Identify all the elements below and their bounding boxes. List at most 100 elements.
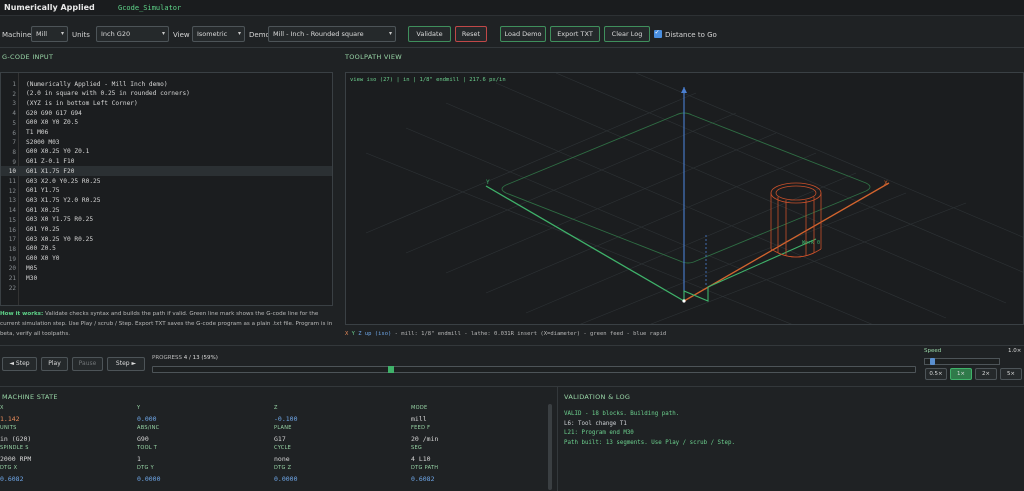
step-back-button[interactable]: ◄ Step bbox=[2, 357, 37, 371]
gcode-editor[interactable]: 1 (Numerically Applied - Mill Inch demo) 2… bbox=[0, 72, 333, 306]
validate-button[interactable]: Validate bbox=[408, 26, 451, 42]
code-line[interactable]: 11 G03 X2.0 Y0.25 R0.25 bbox=[1, 176, 332, 186]
code-line[interactable]: 10 G01 X1.75 F20 bbox=[1, 166, 332, 176]
state-key: DTG Z bbox=[274, 465, 292, 471]
chevron-down-icon: ▾ bbox=[237, 30, 241, 37]
code-text[interactable]: G00 X0.25 Y0 Z0.1 bbox=[26, 148, 89, 155]
code-line[interactable]: 18 G00 Z0.5 bbox=[1, 244, 332, 254]
legend-x: X bbox=[345, 331, 349, 337]
speed-option-button[interactable]: 1× bbox=[950, 368, 972, 380]
progress-scrubber[interactable] bbox=[152, 366, 916, 373]
code-line[interactable]: 4 G20 G90 G17 G94 bbox=[1, 108, 332, 118]
code-line[interactable]: 3 (XYZ is in bottom Left Corner) bbox=[1, 98, 332, 108]
state-value: 0.0000 bbox=[137, 475, 161, 483]
code-text[interactable]: G00 X0 Y0 bbox=[26, 255, 60, 262]
state-value: 0.6082 bbox=[0, 475, 24, 483]
line-number: 7 bbox=[12, 139, 16, 147]
demo-select-value: Mill - Inch - Rounded square bbox=[273, 30, 364, 38]
code-text[interactable]: G00 X0 Y0 Z0.5 bbox=[26, 119, 78, 126]
speed-label: Speed bbox=[924, 348, 942, 354]
code-line[interactable]: 7 S2000 M03 bbox=[1, 137, 332, 147]
code-text[interactable]: M05 bbox=[26, 265, 37, 272]
validation-log: VALID - 18 blocks. Building path. L6: Too… bbox=[564, 410, 735, 448]
code-line[interactable]: 12 G01 Y1.75 bbox=[1, 186, 332, 196]
state-cell: CYCLE none bbox=[274, 445, 291, 463]
line-number: 10 bbox=[8, 168, 16, 176]
reset-button[interactable]: Reset bbox=[455, 26, 487, 42]
step-forward-button[interactable]: Step ► bbox=[107, 357, 145, 371]
gcode-panel-title: G-CODE INPUT bbox=[2, 53, 54, 61]
view-select[interactable]: Isometric ▾ bbox=[192, 26, 245, 42]
code-line[interactable]: 6 T1 M06 bbox=[1, 128, 332, 138]
code-line[interactable]: 2 (2.0 in square with 0.25 in rounded cor… bbox=[1, 89, 332, 99]
code-line[interactable]: 22 bbox=[1, 283, 332, 293]
code-text[interactable]: G00 Z0.5 bbox=[26, 245, 56, 252]
divider bbox=[0, 47, 1024, 48]
clear-log-button[interactable]: Clear Log bbox=[604, 26, 650, 42]
line-number: 20 bbox=[8, 265, 16, 273]
code-line[interactable]: 13 G03 X1.75 Y2.0 R0.25 bbox=[1, 195, 332, 205]
code-line[interactable]: 19 G00 X0 Y0 bbox=[1, 254, 332, 264]
speed-option-button[interactable]: 5× bbox=[1000, 368, 1022, 380]
code-text[interactable]: G01 Z-0.1 F10 bbox=[26, 158, 74, 165]
state-cell: FEED F 20 /min bbox=[411, 425, 438, 443]
code-text[interactable]: (Numerically Applied - Mill Inch demo) bbox=[26, 81, 168, 88]
code-text[interactable]: G01 X0.25 bbox=[26, 207, 60, 214]
code-line[interactable]: 1 (Numerically Applied - Mill Inch demo) bbox=[1, 79, 332, 89]
view-select-value: Isometric bbox=[197, 30, 228, 38]
state-value: -0.100 bbox=[274, 415, 298, 423]
load-demo-button[interactable]: Load Demo bbox=[500, 26, 546, 42]
code-text[interactable]: S2000 M03 bbox=[26, 139, 60, 146]
state-cell: UNITS in (G20) bbox=[0, 425, 31, 443]
code-text[interactable]: (XYZ is in bottom Left Corner) bbox=[26, 100, 138, 107]
code-line[interactable]: 15 G03 X0 Y1.75 R0.25 bbox=[1, 215, 332, 225]
play-button[interactable]: Play bbox=[41, 357, 68, 371]
code-text[interactable]: G03 X0.25 Y0 R0.25 bbox=[26, 236, 93, 243]
line-number: 6 bbox=[12, 129, 16, 137]
code-line[interactable]: 17 G03 X0.25 Y0 R0.25 bbox=[1, 234, 332, 244]
code-text[interactable]: G01 X1.75 F20 bbox=[26, 168, 74, 175]
distance-to-go-label[interactable]: Distance to Go bbox=[665, 31, 717, 39]
state-cell: DTG PATH 0.6082 bbox=[411, 465, 438, 483]
progress-thumb[interactable] bbox=[388, 366, 394, 373]
code-line[interactable]: 16 G01 Y0.25 bbox=[1, 225, 332, 235]
x-axis-line bbox=[683, 182, 890, 302]
code-text[interactable]: G03 X0 Y1.75 R0.25 bbox=[26, 216, 93, 223]
app-name: Gcode_Simulator bbox=[118, 4, 182, 12]
code-text[interactable]: M30 bbox=[26, 275, 37, 282]
toolpath-canvas[interactable]: X Y Work 0 bbox=[346, 73, 1024, 325]
divider bbox=[0, 386, 1024, 387]
code-text[interactable]: G03 X1.75 Y2.0 R0.25 bbox=[26, 197, 101, 204]
help-text: How it works: Validate checks syntax and… bbox=[0, 309, 338, 339]
pause-button[interactable]: Pause bbox=[72, 357, 103, 371]
code-text[interactable]: G20 G90 G17 G94 bbox=[26, 110, 82, 117]
machine-select[interactable]: Mill ▾ bbox=[31, 26, 68, 42]
code-line[interactable]: 8 G00 X0.25 Y0 Z0.1 bbox=[1, 147, 332, 157]
code-text[interactable]: G01 Y1.75 bbox=[26, 187, 60, 194]
state-value: mill bbox=[411, 415, 427, 423]
speed-slider[interactable] bbox=[924, 358, 1000, 365]
code-text[interactable]: (2.0 in square with 0.25 in rounded corn… bbox=[26, 90, 190, 97]
units-select[interactable]: Inch G20 ▾ bbox=[96, 26, 169, 42]
state-value: G17 bbox=[274, 435, 286, 443]
speed-option-button[interactable]: 2× bbox=[975, 368, 997, 380]
state-value: G90 bbox=[137, 435, 149, 443]
line-number: 12 bbox=[8, 187, 16, 195]
code-text[interactable]: G03 X2.0 Y0.25 R0.25 bbox=[26, 178, 101, 185]
line-number: 22 bbox=[8, 284, 16, 292]
chevron-down-icon: ▾ bbox=[60, 30, 64, 37]
code-line[interactable]: 14 G01 X0.25 bbox=[1, 205, 332, 215]
distance-to-go-checkbox[interactable] bbox=[654, 28, 662, 38]
speed-thumb[interactable] bbox=[930, 358, 935, 365]
demo-select[interactable]: Mill - Inch - Rounded square ▾ bbox=[268, 26, 396, 42]
export-txt-button[interactable]: Export TXT bbox=[550, 26, 600, 42]
toolpath-viewport[interactable]: X Y Work 0 view iso (27) | in | 1/8" end… bbox=[345, 72, 1024, 325]
machine-state-scrollbar[interactable] bbox=[548, 404, 552, 490]
code-line[interactable]: 21 M30 bbox=[1, 273, 332, 283]
code-text[interactable]: G01 Y0.25 bbox=[26, 226, 60, 233]
speed-option-button[interactable]: 0.5× bbox=[925, 368, 947, 380]
code-line[interactable]: 5 G00 X0 Y0 Z0.5 bbox=[1, 118, 332, 128]
code-line[interactable]: 9 G01 Z-0.1 F10 bbox=[1, 157, 332, 167]
code-text[interactable]: T1 M06 bbox=[26, 129, 48, 136]
code-line[interactable]: 20 M05 bbox=[1, 263, 332, 273]
